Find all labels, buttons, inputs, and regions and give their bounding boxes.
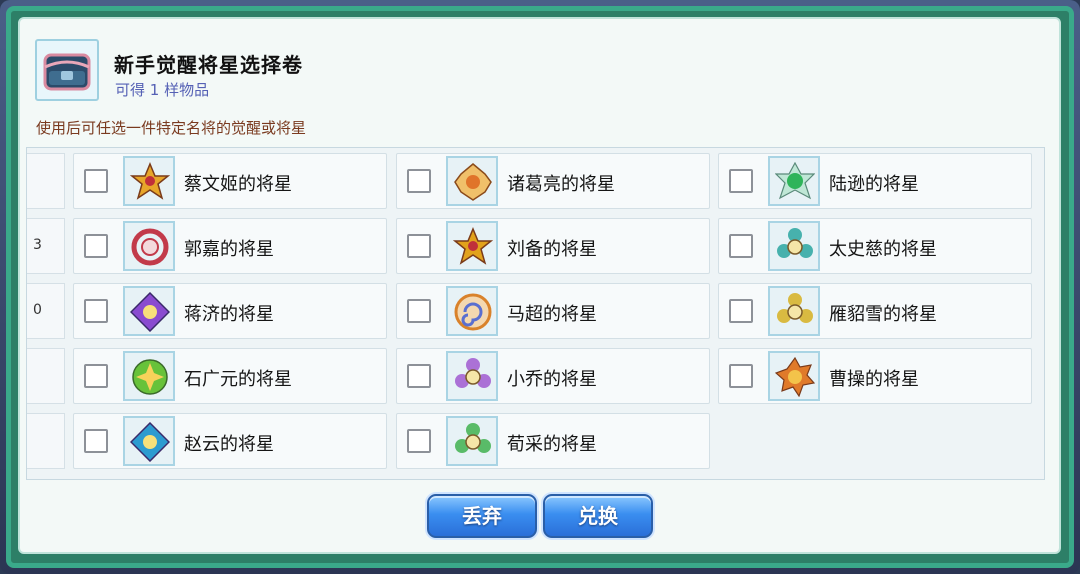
- discard-button[interactable]: 丢弃: [427, 494, 537, 538]
- orange-gem-star-icon: [446, 156, 498, 206]
- item-checkbox[interactable]: [729, 299, 753, 323]
- item-cell[interactable]: 曹操的将星: [718, 348, 1032, 404]
- item-cell[interactable]: 蒋济的将星: [73, 283, 387, 339]
- item-checkbox[interactable]: [407, 429, 431, 453]
- item-label: 诸葛亮的将星: [507, 174, 615, 195]
- dialog-subtitle: 可得 1 样物品: [115, 81, 210, 99]
- item-label: 赵云的将星: [184, 434, 274, 455]
- item-checkbox[interactable]: [729, 169, 753, 193]
- item-label: 小乔的将星: [507, 369, 597, 390]
- item-checkbox[interactable]: [84, 364, 108, 388]
- item-label: 太史慈的将星: [829, 239, 937, 260]
- item-cell[interactable]: 诸葛亮的将星: [396, 153, 710, 209]
- partial-cell: [27, 153, 65, 209]
- swirl-emblem-icon: [446, 286, 498, 336]
- item-checkbox[interactable]: [84, 169, 108, 193]
- item-cell[interactable]: 石广元的将星: [73, 348, 387, 404]
- partial-cell: 3: [27, 218, 65, 274]
- item-cell[interactable]: 赵云的将星: [73, 413, 387, 469]
- green-round-emblem-icon: [123, 351, 175, 401]
- blue-green-diamond-emblem-icon: [123, 416, 175, 466]
- partial-cell-text: 0: [33, 302, 42, 318]
- exchange-button[interactable]: 兑换: [543, 494, 653, 538]
- item-cell[interactable]: 小乔的将星: [396, 348, 710, 404]
- partial-cell-text: 3: [33, 237, 42, 253]
- orange-star-emblem-icon: [123, 156, 175, 206]
- item-label: 马超的将星: [507, 304, 597, 325]
- purple-diamond-emblem-icon: [123, 286, 175, 336]
- item-checkbox[interactable]: [407, 299, 431, 323]
- yellow-flower-emblem-icon: [768, 286, 820, 336]
- item-cell[interactable]: 马超的将星: [396, 283, 710, 339]
- partial-cell: 0: [27, 283, 65, 339]
- item-label: 曹操的将星: [829, 369, 919, 390]
- item-cell[interactable]: 荀采的将星: [396, 413, 710, 469]
- item-list[interactable]: 3 0 蔡文姬的将星 诸葛亮的将星 陆逊的将星郭嘉的将星 刘备的将星 太史慈的将星蒋济的将星…: [26, 147, 1045, 480]
- partial-cell: [27, 413, 65, 469]
- item-checkbox[interactable]: [729, 234, 753, 258]
- gold-star-emblem-icon: [446, 221, 498, 271]
- item-checkbox[interactable]: [729, 364, 753, 388]
- item-checkbox[interactable]: [407, 234, 431, 258]
- teal-flower-emblem-icon: [768, 221, 820, 271]
- item-label: 蔡文姬的将星: [184, 174, 292, 195]
- green-orb-emblem-icon: [768, 156, 820, 206]
- item-label: 石广元的将星: [184, 369, 292, 390]
- item-cell[interactable]: 陆逊的将星: [718, 153, 1032, 209]
- item-label: 雁貂雪的将星: [829, 304, 937, 325]
- item-checkbox[interactable]: [407, 364, 431, 388]
- item-label: 陆逊的将星: [829, 174, 919, 195]
- item-checkbox[interactable]: [407, 169, 431, 193]
- treasure-chest-icon: [35, 39, 99, 101]
- item-cell[interactable]: 郭嘉的将星: [73, 218, 387, 274]
- item-checkbox[interactable]: [84, 234, 108, 258]
- red-ring-emblem-icon: [123, 221, 175, 271]
- item-label: 郭嘉的将星: [184, 239, 274, 260]
- item-cell[interactable]: 雁貂雪的将星: [718, 283, 1032, 339]
- item-cell[interactable]: 刘备的将星: [396, 218, 710, 274]
- orange-sun-emblem-icon: [768, 351, 820, 401]
- item-label: 蒋济的将星: [184, 304, 274, 325]
- purple-flower-emblem-icon: [446, 351, 498, 401]
- item-cell[interactable]: 蔡文姬的将星: [73, 153, 387, 209]
- partial-cell: [27, 348, 65, 404]
- item-checkbox[interactable]: [84, 299, 108, 323]
- dialog-title: 新手觉醒将星选择卷: [114, 53, 303, 77]
- item-label: 荀采的将星: [507, 434, 597, 455]
- green-flower-emblem-icon: [446, 416, 498, 466]
- item-label: 刘备的将星: [507, 239, 597, 260]
- item-cell[interactable]: 太史慈的将星: [718, 218, 1032, 274]
- item-checkbox[interactable]: [84, 429, 108, 453]
- dialog-description: 使用后可任选一件特定名将的觉醒或将星: [36, 119, 307, 137]
